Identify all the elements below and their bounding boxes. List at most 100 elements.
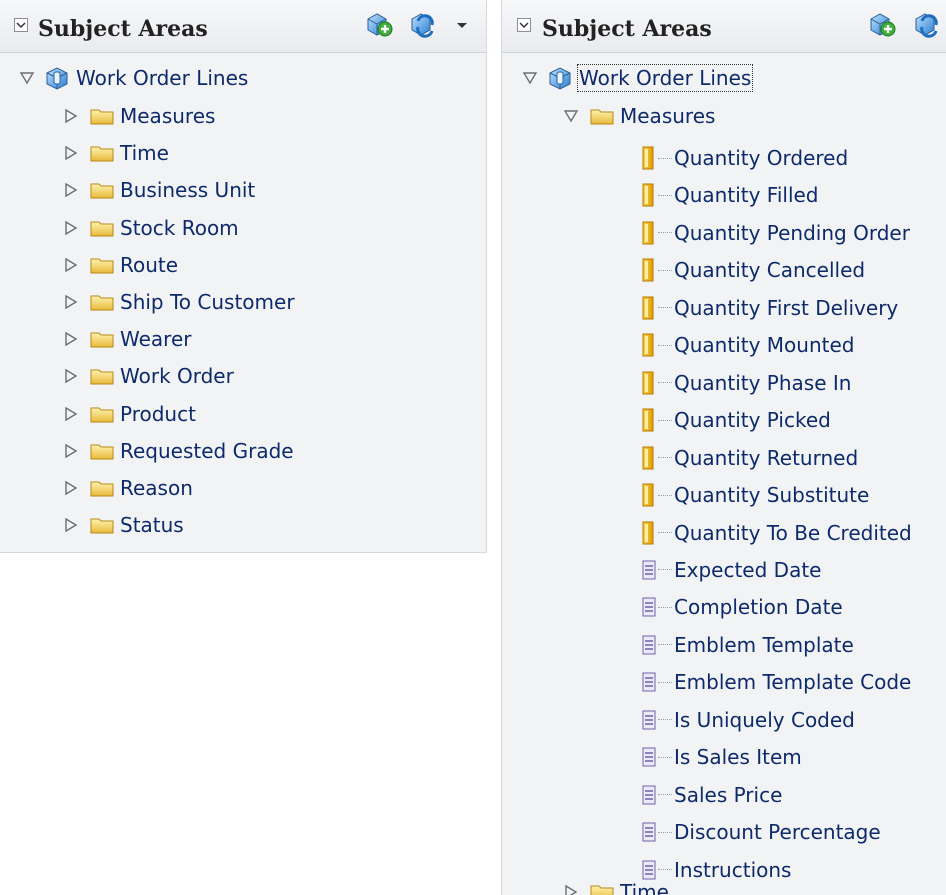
collapse-panel-toggle[interactable]: [517, 18, 531, 32]
collapsed-triangle-icon[interactable]: [62, 405, 80, 423]
folder-label: Measures: [620, 104, 716, 128]
collapsed-triangle-icon[interactable]: [62, 181, 80, 199]
measure-quantity-cancelled[interactable]: Quantity Cancelled: [640, 252, 865, 288]
folder-time[interactable]: Time: [62, 135, 169, 171]
folder-reason[interactable]: Reason: [62, 470, 193, 506]
folder-icon: [90, 369, 114, 385]
column-label: Completion Date: [674, 595, 843, 620]
folder-label: Requested Grade: [120, 438, 294, 463]
chevron-down-icon[interactable]: [453, 16, 471, 34]
folder-label: Time: [120, 141, 169, 166]
folder-label: Reason: [120, 476, 193, 500]
add-subject-area-icon[interactable]: [867, 9, 897, 39]
attribute-discount-percentage[interactable]: Discount Percentage: [640, 814, 881, 850]
folder-product[interactable]: Product: [62, 396, 196, 432]
panel-header: Subject Areas: [502, 0, 946, 53]
refresh-icon[interactable]: [912, 9, 942, 39]
folder-icon: [90, 407, 114, 423]
chevron-down-icon: [16, 22, 26, 29]
folder-label: Work Order: [120, 364, 234, 389]
attribute-is-uniquely-coded[interactable]: Is Uniquely Coded: [640, 702, 855, 738]
attribute-sales-price[interactable]: Sales Price: [640, 777, 782, 813]
measure-column-icon: [642, 446, 654, 470]
column-label: Quantity Returned: [674, 445, 859, 470]
folder-requested-grade[interactable]: Requested Grade: [62, 433, 294, 469]
attribute-column-icon: [642, 822, 656, 842]
collapsed-triangle-icon[interactable]: [62, 442, 80, 460]
measure-quantity-substitute[interactable]: Quantity Substitute: [640, 477, 869, 513]
folder-measures[interactable]: Measures: [62, 98, 215, 134]
collapsed-triangle-icon[interactable]: [62, 107, 80, 125]
folder-icon: [590, 109, 614, 125]
add-subject-area-icon[interactable]: [364, 9, 394, 39]
measure-quantity-to-be-credited[interactable]: Quantity To Be Credited: [640, 515, 912, 551]
folder-label: Ship To Customer: [120, 290, 295, 314]
folder-label: Time: [620, 880, 669, 895]
folder-time[interactable]: Time: [562, 874, 669, 895]
folder-measures-expanded[interactable]: Measures: [562, 98, 715, 134]
collapsed-triangle-icon[interactable]: [62, 367, 80, 385]
attribute-is-sales-item[interactable]: Is Sales Item: [640, 739, 802, 775]
expanded-triangle-icon[interactable]: [562, 107, 580, 125]
attribute-expected-date[interactable]: Expected Date: [640, 552, 821, 588]
folder-label: Business Unit: [120, 178, 256, 203]
column-label: Quantity Phase In: [674, 370, 852, 395]
collapsed-triangle-icon[interactable]: [62, 219, 80, 237]
subject-area-cube-icon: [46, 67, 68, 90]
measure-quantity-filled[interactable]: Quantity Filled: [640, 177, 819, 213]
folder-status[interactable]: Status: [62, 507, 184, 543]
column-label: Expected Date: [674, 557, 822, 582]
measure-quantity-pending-order[interactable]: Quantity Pending Order: [640, 215, 910, 251]
folder-icon: [90, 518, 114, 534]
measure-quantity-picked[interactable]: Quantity Picked: [640, 402, 831, 438]
folder-route[interactable]: Route: [62, 247, 178, 283]
measure-quantity-phase-in[interactable]: Quantity Phase In: [640, 365, 851, 401]
column-label: Quantity To Be Credited: [674, 520, 912, 545]
collapsed-triangle-icon[interactable]: [62, 144, 80, 162]
folder-icon: [90, 258, 114, 274]
folder-stock-room[interactable]: Stock Room: [62, 210, 239, 246]
subject-areas-panel-expanded: Subject Areas Work Order Lines Measures …: [501, 0, 946, 895]
measure-quantity-ordered[interactable]: Quantity Ordered: [640, 140, 848, 176]
measure-quantity-returned[interactable]: Quantity Returned: [640, 440, 858, 476]
collapsed-triangle-icon[interactable]: [62, 293, 80, 311]
folder-label: Stock Room: [120, 215, 239, 240]
folder-label: Product: [120, 401, 196, 426]
folder-business-unit[interactable]: Business Unit: [62, 172, 255, 208]
refresh-icon[interactable]: [408, 9, 438, 39]
column-label: Quantity Ordered: [674, 146, 849, 170]
chevron-down-icon: [519, 22, 529, 29]
tree-root-work-order-lines[interactable]: Work Order Lines: [521, 60, 754, 96]
folder-label: Measures: [120, 104, 216, 128]
measure-column-icon: [642, 221, 654, 245]
expanded-triangle-icon[interactable]: [521, 69, 539, 87]
attribute-completion-date[interactable]: Completion Date: [640, 589, 843, 625]
collapse-panel-toggle[interactable]: [14, 18, 28, 32]
tree-connector: [658, 344, 672, 348]
tree-root-work-order-lines[interactable]: Work Order Lines: [18, 60, 248, 96]
column-label: Quantity Substitute: [674, 483, 870, 508]
collapsed-triangle-icon[interactable]: [562, 883, 580, 895]
collapsed-triangle-icon[interactable]: [62, 330, 80, 348]
tree-connector: [658, 681, 672, 685]
collapsed-triangle-icon[interactable]: [62, 516, 80, 534]
collapsed-triangle-icon[interactable]: [62, 256, 80, 274]
attribute-column-icon: [642, 747, 656, 767]
folder-work-order[interactable]: Work Order: [62, 358, 234, 394]
attribute-column-icon: [642, 597, 656, 617]
attribute-column-icon: [642, 672, 656, 692]
attribute-emblem-template[interactable]: Emblem Template: [640, 627, 854, 663]
tree-connector: [658, 569, 672, 572]
collapsed-triangle-icon[interactable]: [62, 479, 80, 497]
measure-column-icon: [642, 371, 654, 395]
expanded-triangle-icon[interactable]: [18, 69, 36, 87]
folder-icon: [90, 183, 114, 199]
folder-wearer[interactable]: Wearer: [62, 321, 191, 357]
measure-column-icon: [642, 258, 654, 282]
tree-connector: [658, 794, 672, 797]
measure-quantity-mounted[interactable]: Quantity Mounted: [640, 327, 854, 363]
measure-quantity-first-delivery[interactable]: Quantity First Delivery: [640, 290, 898, 326]
attribute-emblem-template-code[interactable]: Emblem Template Code: [640, 664, 911, 700]
folder-ship-to-customer[interactable]: Ship To Customer: [62, 284, 295, 320]
column-label: Quantity Pending Order: [674, 220, 910, 245]
